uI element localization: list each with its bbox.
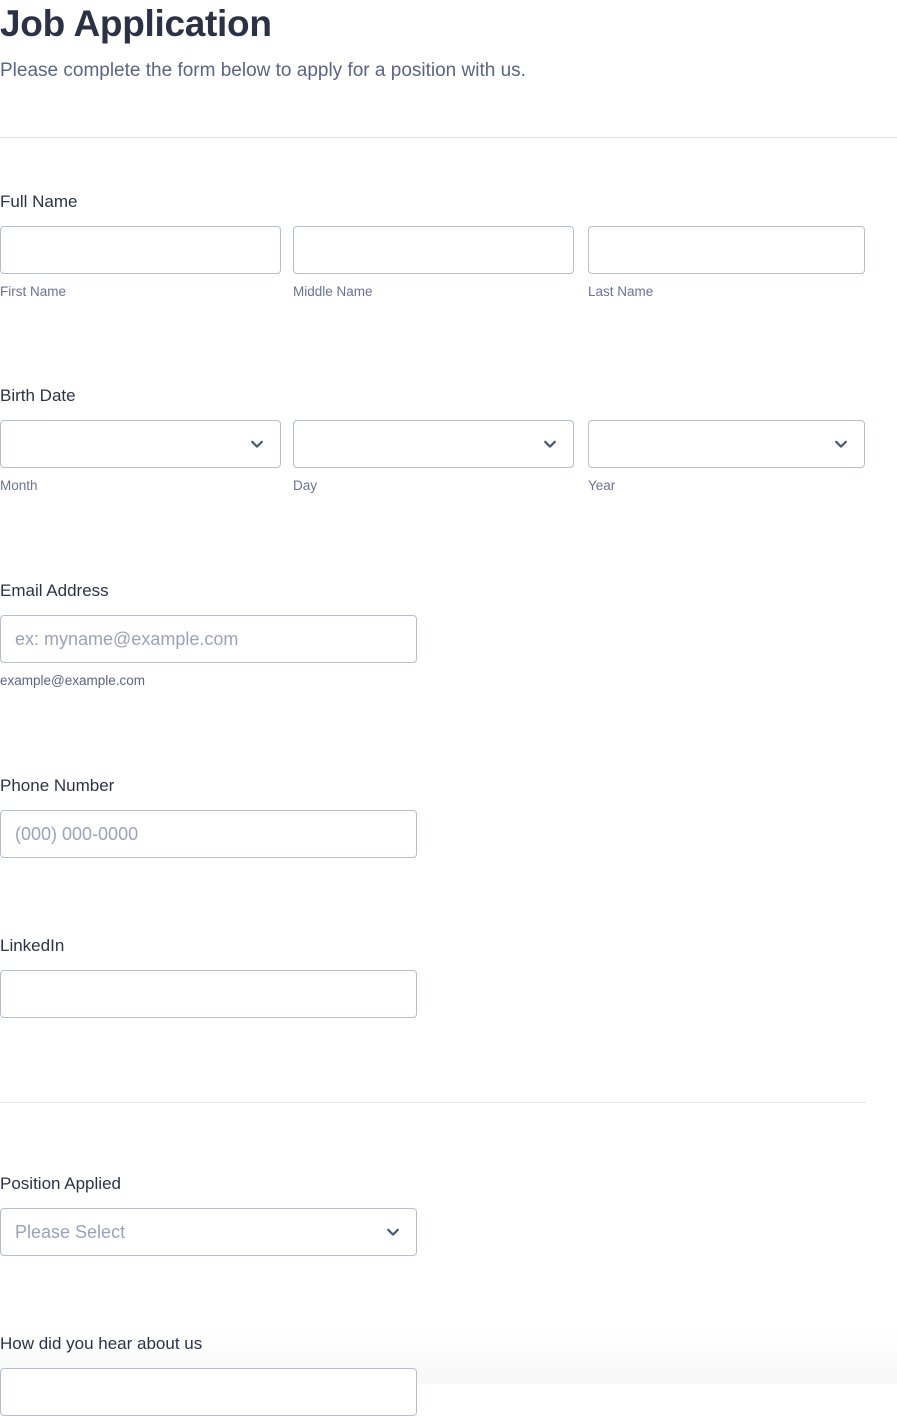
how-did-you-hear-column [0,1368,417,1416]
birth-day-select[interactable] [293,420,574,468]
first-name-column: First Name [0,226,281,301]
field-position-applied: Position Applied Please Select [0,1173,417,1256]
field-label-phone-number: Phone Number [0,776,115,795]
email-hint: example@example.com [0,673,146,688]
phone-column [0,810,417,858]
chevron-down-icon [835,440,847,448]
field-email-address: Email Address example@example.com [0,580,417,690]
middle-name-column: Middle Name [293,226,574,301]
position-applied-column: Please Select [0,1208,417,1256]
birth-month-sublabel: Month [0,478,38,493]
field-full-name: Full Name First Name Middle Name Last Na… [0,191,865,301]
linkedin-column [0,970,417,1018]
chevron-down-icon [387,1228,399,1236]
field-label-position-applied: Position Applied [0,1174,121,1193]
last-name-sublabel: Last Name [588,284,654,299]
birth-day-sublabel: Day [293,478,318,493]
page-title: Job Application [0,3,272,44]
chevron-down-icon [544,440,556,448]
first-name-input[interactable] [0,226,281,274]
birth-month-column: Month [0,420,281,495]
position-applied-value: Please Select [15,1221,126,1242]
page-subtitle: Please complete the form below to apply … [0,60,526,81]
birth-year-select[interactable] [588,420,865,468]
birth-month-select[interactable] [0,420,281,468]
field-label-full-name: Full Name [0,192,78,211]
field-birth-date: Birth Date Month Day Year [0,385,865,495]
birth-year-column: Year [588,420,865,495]
email-column: example@example.com [0,615,417,690]
field-phone-number: Phone Number [0,775,417,858]
email-field[interactable] [0,615,417,663]
middle-name-sublabel: Middle Name [293,284,373,299]
first-name-sublabel: First Name [0,284,67,299]
form-header: Job Application Please complete the form… [0,0,897,83]
linkedin-field[interactable] [0,970,417,1018]
position-applied-select[interactable]: Please Select [0,1208,417,1256]
full-name-row: First Name Middle Name Last Name [0,226,865,301]
job-application-page: Job Application Please complete the form… [0,0,897,1416]
field-label-email-address: Email Address [0,581,109,600]
phone-field[interactable] [0,810,417,858]
birth-year-sublabel: Year [588,478,616,493]
middle-name-input[interactable] [293,226,574,274]
field-linkedin: LinkedIn [0,935,417,1018]
field-label-how-did-you-hear: How did you hear about us [0,1334,203,1353]
last-name-column: Last Name [588,226,865,301]
last-name-input[interactable] [588,226,865,274]
birth-date-row: Month Day Year [0,420,865,495]
header-divider [0,137,897,138]
how-did-you-hear-input[interactable] [0,1368,417,1416]
section-divider [0,1102,866,1103]
field-label-birth-date: Birth Date [0,386,76,405]
field-how-did-you-hear: How did you hear about us [0,1333,417,1416]
birth-day-column: Day [293,420,574,495]
field-label-linkedin: LinkedIn [0,936,65,955]
chevron-down-icon [251,440,263,448]
